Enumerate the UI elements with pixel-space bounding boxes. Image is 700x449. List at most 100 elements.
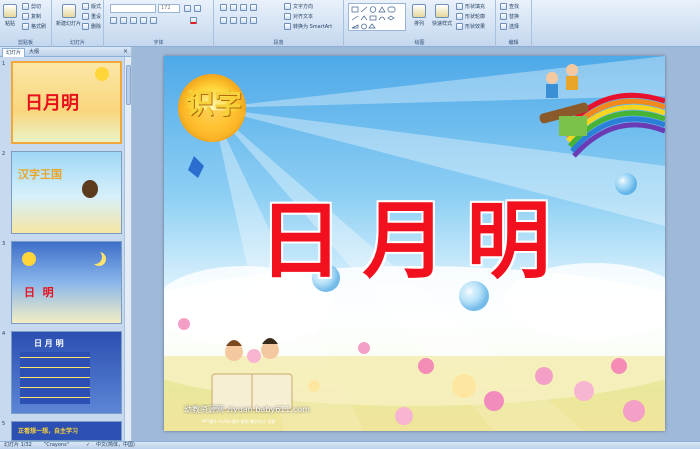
reset-icon [82,13,89,20]
layout-icon [82,3,89,10]
increase-indent-icon [250,4,257,11]
text-direction-icon [284,3,291,10]
reset-button[interactable]: 重设 [82,13,101,20]
format-painter-button[interactable]: 格式刷 [22,23,46,30]
font-size-field[interactable]: 172 [158,4,180,13]
thumbnail-text-lines [20,352,90,404]
spellcheck-icon[interactable]: ✓ [86,442,90,449]
clipboard-label: 剪贴板 [17,40,33,46]
tab-slides[interactable]: 幻灯片 [2,48,26,57]
scrollbar-thumb[interactable] [126,65,131,105]
slide-footer: 幼教资源网 ziyuan.baby611.com [184,405,310,414]
underline-icon [130,17,137,24]
slide-title[interactable]: 日月明 [164,174,665,295]
grow-font-button[interactable] [184,5,191,12]
bold-icon [110,17,117,24]
align-left-icon [220,17,227,24]
italic-button[interactable] [120,17,127,24]
thumbnail-cartoon-icon [82,180,98,198]
status-bar: 幻灯片 1/32 "Crayons" ✓ 中文(简体，中国) [0,441,700,449]
cursor-icon [500,23,507,30]
align-center-icon [230,17,237,24]
paragraph-label: 段落 [273,40,284,46]
increase-indent-button[interactable] [250,4,257,11]
new-slide-button[interactable]: 新建幻灯片 [56,4,81,27]
bullets-icon [220,4,227,11]
clipboard-group: 粘贴 剪切 复制 格式刷 剪贴板 [0,0,52,47]
arrange-icon [412,4,426,18]
font-label: 字体 [153,40,164,46]
arrange-button[interactable]: 排列 [412,4,426,27]
slide-count: 幻灯片 1/32 [4,442,32,448]
theme-name: "Crayons" [44,442,70,448]
align-center-button[interactable] [230,17,237,24]
italic-icon [120,17,127,24]
decrease-indent-button[interactable] [240,4,247,11]
drawing-label: 绘图 [414,40,425,46]
editing-label: 编辑 [508,40,519,46]
copy-icon [22,13,29,20]
paste-button[interactable]: 粘贴 [3,4,17,27]
quick-styles-button[interactable]: 快速样式 [432,4,452,27]
layout-button[interactable]: 版式 [82,3,101,10]
shape-effects-button[interactable]: 形状效果 [456,23,485,30]
shrink-font-icon [194,5,201,12]
strikethrough-button[interactable] [140,17,147,24]
strikethrough-icon [140,17,147,24]
smartart-icon [284,23,291,30]
slide-badge: 识字 [186,87,243,120]
select-button[interactable]: 选择 [500,23,519,30]
thumbnail-title: 日月明 [25,93,79,114]
grow-font-icon [184,5,191,12]
slides-group: 新建幻灯片 版式 重设 删除 幻灯片 [52,0,104,47]
align-left-button[interactable] [220,17,227,24]
numbering-icon [230,4,237,11]
quick-styles-icon [435,4,449,18]
align-right-icon [240,17,247,24]
thumbnail-sun-icon [22,252,36,266]
align-text-button[interactable]: 对齐文本 [284,13,313,20]
delete-slide-button[interactable]: 删除 [82,23,101,30]
decrease-indent-icon [240,4,247,11]
numbering-button[interactable] [230,4,237,11]
fill-icon [456,3,463,10]
tab-outline[interactable]: 大纲 [26,48,42,57]
text-direction-button[interactable]: 文字方向 [284,3,313,10]
shape-fill-button[interactable]: 形状填充 [456,3,485,10]
slides-pane: 幻灯片 大纲 × 1 日月明 2 汉字王国 3 日 明 4 日 月 明 5 正看… [0,47,131,441]
shadow-button[interactable] [150,17,157,24]
thumbnail-title: 汉字王国 [18,168,62,181]
paragraph-group: 文字方向 对齐文本 转换为 SmartArt 段落 [214,0,344,47]
outline-icon [456,13,463,20]
delete-icon [82,23,89,30]
shrink-font-button[interactable] [194,5,201,12]
justify-icon [250,17,257,24]
thumbnail-number: 4 [2,331,6,337]
binoculars-icon [500,3,507,10]
thumbnail-number: 2 [2,151,6,157]
effects-icon [456,23,463,30]
language-label: 中文(简体，中国) [96,442,135,448]
justify-button[interactable] [250,17,257,24]
replace-button[interactable]: 替换 [500,13,519,20]
align-right-button[interactable] [240,17,247,24]
find-button[interactable]: 查找 [500,3,519,10]
shapes-gallery[interactable] [348,3,406,31]
replace-icon [500,13,507,20]
pane-close-icon[interactable]: × [123,48,128,55]
new-slide-icon [61,4,76,18]
font-name-field[interactable] [110,4,156,13]
thumbnail-preview: 日 明 [11,241,122,324]
convert-smartart-button[interactable]: 转换为 SmartArt [284,23,332,30]
underline-button[interactable] [130,17,137,24]
bold-button[interactable] [110,17,117,24]
thumbnail-moon-icon [88,250,102,264]
font-color-button[interactable] [190,17,197,24]
cut-button[interactable]: 剪切 [22,3,41,10]
copy-button[interactable]: 复制 [22,13,41,20]
slide-canvas[interactable]: 识字 日月明 幼教资源网 ziyuan.baby611.com PPT课件 FL… [164,56,665,431]
bullets-button[interactable] [220,4,227,11]
slides-label: 幻灯片 [69,40,85,46]
pane-scrollbar[interactable] [124,57,131,441]
shape-outline-button[interactable]: 形状轮廓 [456,13,485,20]
